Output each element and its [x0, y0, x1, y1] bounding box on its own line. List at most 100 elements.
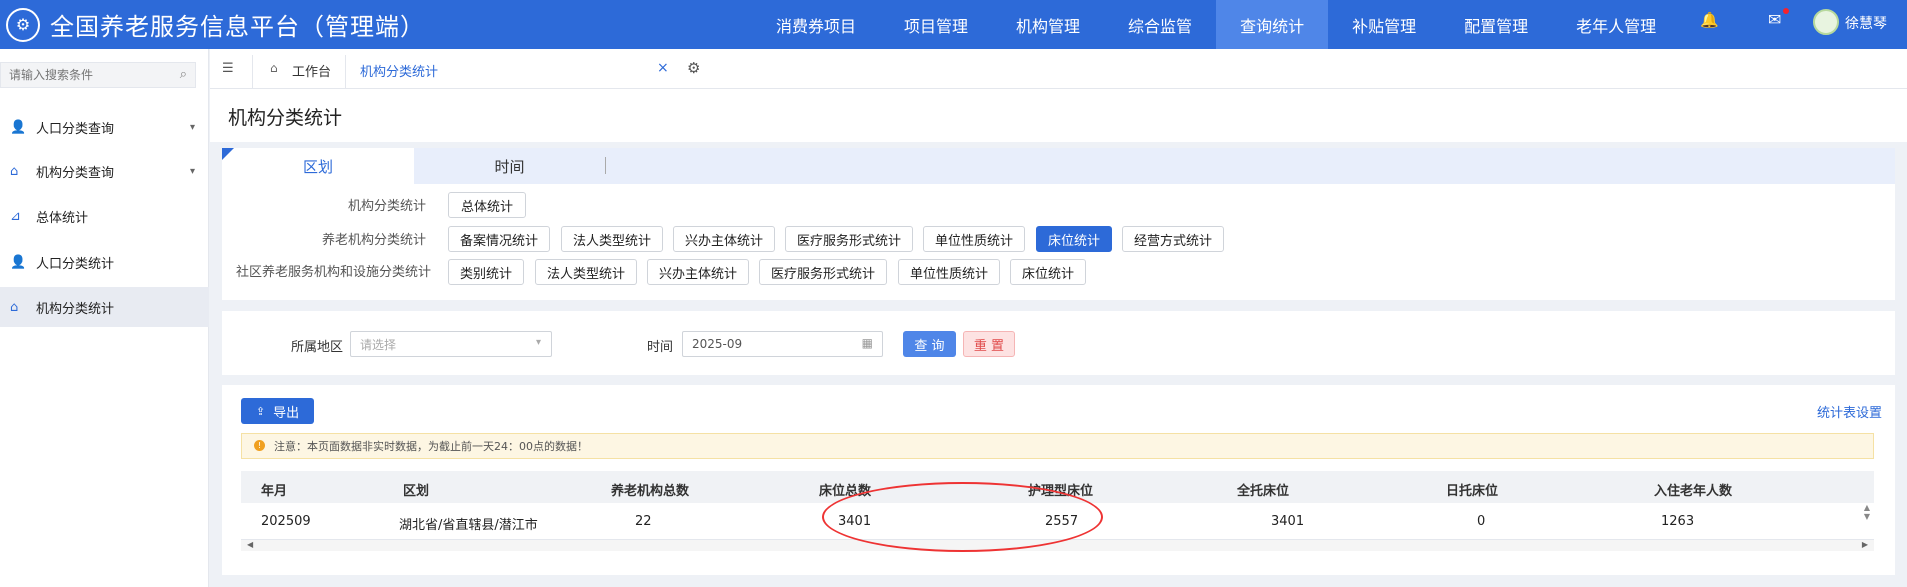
chip-sponsor[interactable]: 兴办主体统计 — [647, 259, 749, 285]
table-cell: 22 — [635, 514, 652, 529]
chip-medical[interactable]: 医疗服务形式统计 — [785, 226, 913, 252]
nav-item-projects[interactable]: 项目管理 — [880, 0, 992, 49]
avatar[interactable] — [1813, 9, 1839, 35]
close-icon[interactable]: × — [657, 60, 669, 76]
sidebar-search: ⌕ — [0, 62, 196, 88]
nav-item-statistics[interactable]: 查询统计 — [1216, 0, 1329, 49]
tab-bar: ☰ ⌂ 工作台 机构分类统计 × ⚙ — [210, 49, 1907, 89]
tab-workbench[interactable]: 工作台 — [292, 61, 331, 80]
chip-medical[interactable]: 医疗服务形式统计 — [759, 259, 887, 285]
column-header[interactable]: 入住老年人数 — [1654, 480, 1732, 499]
query-button[interactable]: 查 询 — [903, 331, 956, 357]
top-nav: 消费券项目 项目管理 机构管理 综合监管 查询统计 补贴管理 配置管理 老年人管… — [752, 0, 1680, 49]
row-label-community: 社区养老服务机构和设施分类统计 — [235, 265, 431, 280]
horizontal-scrollbar[interactable]: ◀ ▶ — [241, 539, 1874, 551]
corner-marker — [222, 148, 234, 160]
scroll-up-icon[interactable]: ▲ — [1861, 503, 1873, 512]
column-header[interactable]: 全托床位 — [1237, 480, 1289, 499]
reset-button[interactable]: 重 置 — [963, 331, 1015, 357]
sidebar-item-institution-stats[interactable]: ⌂ 机构分类统计 — [0, 287, 209, 327]
sidebar-item-institution-query[interactable]: ⌂ 机构分类查询 ▾ — [0, 151, 209, 191]
app-title: 全国养老服务信息平台（管理端） — [50, 13, 425, 41]
nav-item-elderly[interactable]: 老年人管理 — [1552, 0, 1680, 49]
chevron-down-icon: ▾ — [535, 337, 541, 348]
gear-icon[interactable]: ⚙ — [687, 59, 700, 77]
notification-dot — [1783, 8, 1789, 14]
warning-icon: ! — [254, 440, 265, 451]
table-header: 年月 区划 养老机构总数 床位总数 护理型床位 全托床位 日托床位 入住老年人数 — [241, 471, 1874, 503]
time-picker[interactable]: 2025-09 ▦ — [682, 331, 883, 357]
sidebar-item-label: 机构分类查询 — [36, 165, 115, 181]
chip-legal-type[interactable]: 法人类型统计 — [561, 226, 663, 252]
sidebar-item-overall-stats[interactable]: ⊿ 总体统计 — [0, 196, 209, 236]
notice-bar: ! 注意：本页面数据非实时数据，为截止前一天24：00点的数据！ — [241, 433, 1874, 459]
sidebar-item-population-query[interactable]: 👤 人口分类查询 ▾ — [0, 107, 209, 147]
chip-sponsor[interactable]: 兴办主体统计 — [673, 226, 775, 252]
chip-filing[interactable]: 备案情况统计 — [448, 226, 550, 252]
column-header[interactable]: 日托床位 — [1446, 480, 1498, 499]
home-icon: ⌂ — [270, 61, 278, 75]
sidebar-item-population-stats[interactable]: 👤 人口分类统计 — [0, 242, 209, 282]
chip-beds[interactable]: 床位统计 — [1010, 259, 1086, 285]
nav-item-subsidies[interactable]: 补贴管理 — [1328, 0, 1440, 49]
segment-bar: 区划 时间 — [222, 148, 1895, 184]
scroll-left-icon[interactable]: ◀ — [247, 540, 253, 549]
table-cell: 3401 — [838, 514, 872, 529]
collapse-menu-icon[interactable]: ☰ — [222, 61, 234, 76]
message-icon[interactable]: ✉ — [1768, 10, 1781, 29]
chip-operation[interactable]: 经营方式统计 — [1122, 226, 1224, 252]
region-select[interactable]: 请选择 ▾ — [350, 331, 552, 357]
row-label-institution-stats: 机构分类统计 — [347, 199, 426, 214]
chip-category[interactable]: 类别统计 — [448, 259, 524, 285]
segment-region[interactable]: 区划 — [222, 148, 414, 184]
time-label: 时间 — [647, 340, 674, 355]
nav-item-institutions[interactable]: 机构管理 — [992, 0, 1104, 49]
bell-icon[interactable]: 🔔 — [1700, 11, 1719, 29]
user-search-icon: 👤 — [10, 119, 27, 135]
nav-item-supervision[interactable]: 综合监管 — [1104, 0, 1216, 49]
page-title-bar: 机构分类统计 — [210, 89, 1907, 142]
chip-legal-type[interactable]: 法人类型统计 — [535, 259, 637, 285]
search-icon[interactable]: ⌕ — [180, 67, 187, 82]
username[interactable]: 徐慧琴 — [1845, 13, 1887, 33]
page-title: 机构分类统计 — [228, 107, 343, 129]
nav-item-vouchers[interactable]: 消费券项目 — [752, 0, 880, 49]
export-button[interactable]: ⇪ 导出 — [241, 398, 314, 424]
chip-unit-nature[interactable]: 单位性质统计 — [898, 259, 1000, 285]
table-row[interactable]: 202509 湖北省/省直辖县/潜江市 22 3401 2557 3401 0 … — [241, 503, 1874, 539]
sidebar: ⌕ 👤 人口分类查询 ▾ ⌂ 机构分类查询 ▾ ⊿ 总体统计 👤 人口分类统计 … — [0, 49, 209, 587]
divider — [252, 55, 253, 89]
table-cell: 202509 — [261, 514, 311, 529]
chevron-down-icon: ▾ — [189, 165, 195, 177]
column-header[interactable]: 区划 — [403, 480, 429, 499]
sidebar-search-input[interactable] — [1, 63, 171, 87]
column-header[interactable]: 年月 — [261, 480, 287, 499]
scroll-down-icon[interactable]: ▼ — [1861, 512, 1873, 521]
chip-unit-nature[interactable]: 单位性质统计 — [923, 226, 1025, 252]
scroll-right-icon[interactable]: ▶ — [1862, 540, 1868, 549]
chip-beds[interactable]: 床位统计 — [1036, 226, 1112, 252]
sidebar-item-label: 人口分类查询 — [36, 121, 115, 137]
column-header[interactable]: 养老机构总数 — [611, 480, 689, 499]
divider — [345, 55, 346, 89]
table-cell: 3401 — [1271, 514, 1305, 529]
building-icon: ⌂ — [10, 299, 19, 315]
table-cell: 2557 — [1045, 514, 1079, 529]
column-header[interactable]: 床位总数 — [819, 480, 871, 499]
notice-text: 注意：本页面数据非实时数据，为截止前一天24：00点的数据！ — [274, 440, 588, 453]
chip-overall[interactable]: 总体统计 — [448, 192, 526, 218]
sidebar-item-label: 人口分类统计 — [36, 256, 115, 272]
export-label: 导出 — [273, 405, 300, 421]
nav-item-config[interactable]: 配置管理 — [1440, 0, 1552, 49]
tab-institution-stats[interactable]: 机构分类统计 — [360, 61, 438, 80]
segment-time[interactable]: 时间 — [414, 148, 605, 184]
row-label-elderly-institution: 养老机构分类统计 — [321, 233, 426, 248]
table-settings-link[interactable]: 统计表设置 — [1817, 402, 1882, 421]
region-label: 所属地区 — [291, 340, 344, 355]
chart-icon: ⊿ — [10, 208, 21, 224]
table-cell: 湖北省/省直辖县/潜江市 — [399, 518, 538, 533]
table-cell: 0 — [1477, 514, 1486, 529]
column-header[interactable]: 护理型床位 — [1028, 480, 1093, 499]
vertical-scrollbar[interactable]: ▲ ▼ — [1861, 503, 1873, 539]
calendar-icon: ▦ — [861, 336, 873, 350]
